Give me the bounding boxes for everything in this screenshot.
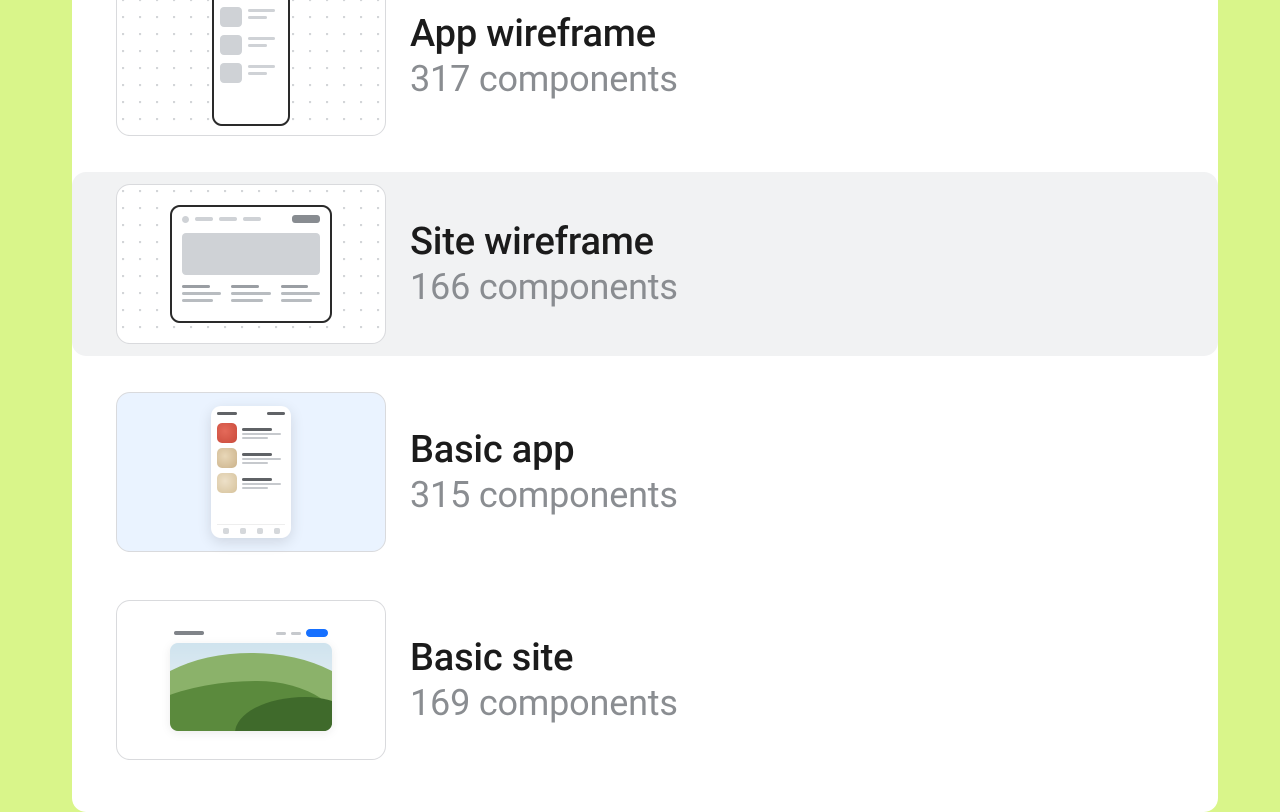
template-item-basic-app[interactable]: Basic app 315 components: [94, 380, 1196, 564]
template-text: Basic site 169 components: [410, 636, 678, 724]
template-title: Site wireframe: [410, 220, 678, 264]
template-subtitle: 166 components: [410, 266, 678, 308]
template-title: Basic app: [410, 428, 678, 472]
template-item-app-wireframe[interactable]: App wireframe 317 components: [94, 0, 1196, 148]
template-panel: App wireframe 317 components Site wiref: [72, 0, 1218, 812]
template-thumb-basic-app: [116, 392, 386, 552]
template-subtitle: 315 components: [410, 474, 678, 516]
template-item-basic-site[interactable]: Basic site 169 components: [94, 588, 1196, 772]
template-thumb-app-wireframe: [116, 0, 386, 136]
template-list: App wireframe 317 components Site wiref: [72, 0, 1218, 772]
template-subtitle: 169 components: [410, 682, 678, 724]
site-mockup-icon: [170, 629, 332, 731]
template-thumb-site-wireframe: [116, 184, 386, 344]
template-thumb-basic-site: [116, 600, 386, 760]
template-text: Basic app 315 components: [410, 428, 678, 516]
browser-wireframe-icon: [170, 205, 332, 323]
template-subtitle: 317 components: [410, 58, 678, 100]
template-title: Basic site: [410, 636, 678, 680]
template-item-site-wireframe[interactable]: Site wireframe 166 components: [72, 172, 1218, 356]
template-text: Site wireframe 166 components: [410, 220, 678, 308]
phone-wireframe-icon: [212, 0, 290, 126]
phone-mockup-icon: [211, 406, 291, 538]
template-title: App wireframe: [410, 12, 678, 56]
template-text: App wireframe 317 components: [410, 12, 678, 100]
